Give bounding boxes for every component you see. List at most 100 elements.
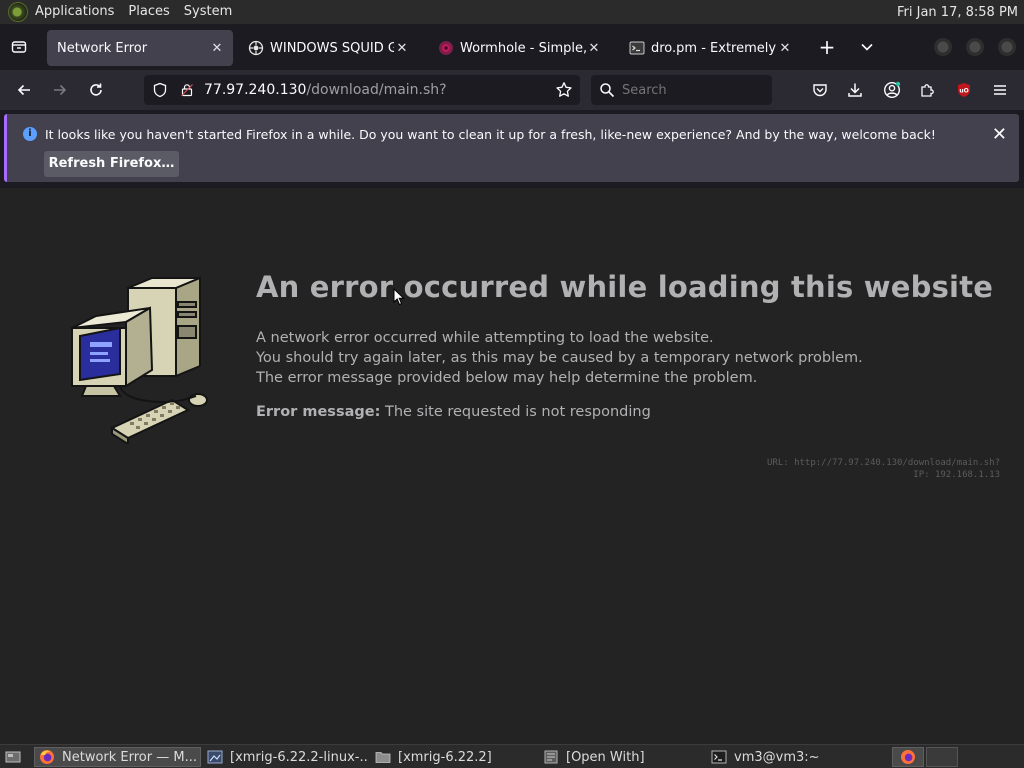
back-button[interactable]: [12, 79, 36, 101]
image-viewer-icon: [207, 750, 223, 764]
tech-ip: IP: 192.168.1.13: [913, 470, 1000, 480]
search-input[interactable]: [622, 82, 762, 98]
taskbar-item-label: vm3@vm3:~: [734, 749, 820, 765]
tab-title: WINDOWS SQUID GA: [270, 40, 394, 56]
error-title: An error occurred while loading this web…: [256, 270, 994, 304]
taskbar-item-label: Network Error — M...: [62, 749, 197, 765]
taskbar-item-label: [xmrig-6.22.2]: [398, 749, 492, 765]
error-message-label: Error message:: [256, 404, 381, 420]
computer-illustration: [71, 276, 208, 444]
error-description: A network error occurred while attemptin…: [256, 328, 863, 388]
dialog-icon: [544, 750, 558, 764]
terminal-icon: [711, 750, 727, 764]
applications-menu[interactable]: Applications: [28, 0, 121, 24]
show-desktop-icon: [5, 751, 21, 763]
tab-network-error[interactable]: Network Error ✕: [47, 30, 233, 66]
plus-icon: +: [818, 35, 836, 59]
refresh-firefox-notification: i It looks like you haven't started Fire…: [4, 114, 1019, 182]
maximize-button[interactable]: [966, 38, 984, 56]
info-icon: i: [23, 127, 37, 141]
firefox-icon: [901, 750, 915, 764]
tab-close-icon[interactable]: ✕: [586, 41, 602, 56]
close-window-button[interactable]: [998, 38, 1016, 56]
tab-title: dro.pm - Extremely Sh: [651, 40, 777, 56]
back-arrow-icon: [17, 84, 30, 96]
download-icon: [848, 83, 862, 97]
workspace-2[interactable]: [926, 747, 958, 767]
lock-icon[interactable]: [180, 83, 194, 97]
refresh-firefox-button[interactable]: Refresh Firefox…: [44, 151, 179, 177]
extensions-button[interactable]: [916, 79, 940, 101]
shield-icon[interactable]: [152, 82, 168, 98]
url-host: 77.97.240.130: [204, 82, 307, 98]
svg-text:uO: uO: [959, 88, 968, 95]
error-message-value: The site requested is not responding: [384, 404, 651, 420]
chevron-down-icon: [861, 43, 873, 51]
list-all-tabs-button[interactable]: [856, 36, 878, 58]
wormhole-icon: [439, 41, 453, 55]
tab-close-icon[interactable]: ✕: [394, 41, 410, 56]
app-menu-button[interactable]: [988, 79, 1012, 101]
page-content: An error occurred while loading this web…: [0, 188, 1024, 744]
reload-icon: [90, 83, 102, 96]
forward-button[interactable]: [48, 79, 72, 101]
technical-details: URL: http://77.97.240.130/download/main.…: [767, 457, 1000, 481]
mouse-cursor-icon: [393, 288, 405, 306]
taskbar-item-firefox[interactable]: Network Error — M...: [34, 747, 201, 767]
url-text[interactable]: 77.97.240.130/download/main.sh?: [204, 82, 447, 98]
taskbar-item-open-with[interactable]: [Open With]: [539, 747, 705, 767]
notification-message: It looks like you haven't started Firefo…: [45, 127, 936, 142]
taskbar-item-image-viewer[interactable]: [xmrig-6.22.2-linux-...: [203, 747, 369, 767]
tab-title: Wormhole - Simple, p: [460, 40, 586, 56]
error-line: The error message provided below may hel…: [256, 370, 758, 386]
tab-wormhole[interactable]: Wormhole - Simple, p ✕: [428, 30, 610, 66]
distro-logo-icon[interactable]: [8, 2, 28, 22]
url-bar[interactable]: 77.97.240.130/download/main.sh?: [144, 75, 580, 105]
error-line: A network error occurred while attemptin…: [256, 330, 714, 346]
hamburger-menu-icon: [994, 85, 1006, 95]
search-bar[interactable]: [591, 75, 772, 105]
search-icon: [600, 83, 615, 98]
ublock-origin-button[interactable]: uO: [952, 79, 976, 101]
close-icon[interactable]: ✕: [992, 124, 1007, 145]
taskbar: Network Error — M... [xmrig-6.22.2-linux…: [0, 744, 1024, 768]
pocket-icon: [813, 84, 827, 97]
top-panel: Applications Places System Fri Jan 17, 8…: [0, 0, 1024, 24]
taskbar-item-folder[interactable]: [xmrig-6.22.2]: [371, 747, 537, 767]
firefox-view-icon: [11, 41, 27, 53]
tab-title: Network Error: [57, 40, 148, 56]
tab-close-icon[interactable]: ✕: [777, 41, 793, 56]
tab-dro-pm[interactable]: dro.pm - Extremely Sh ✕: [619, 30, 801, 66]
squid-icon: [248, 40, 264, 56]
taskbar-item-label: [Open With]: [566, 749, 645, 765]
places-menu[interactable]: Places: [121, 0, 176, 24]
folder-icon: [375, 752, 391, 763]
new-tab-button[interactable]: +: [816, 36, 838, 58]
firefox-icon: [40, 750, 54, 764]
bookmark-star-icon[interactable]: [555, 81, 573, 99]
forward-arrow-icon: [54, 84, 67, 96]
workspace-switcher[interactable]: [892, 747, 924, 767]
terminal-favicon-icon: [629, 41, 645, 55]
tab-windows-squid[interactable]: WINDOWS SQUID GA ✕: [238, 30, 418, 66]
downloads-button[interactable]: [843, 79, 867, 101]
minimize-button[interactable]: [934, 38, 952, 56]
taskbar-item-label: [xmrig-6.22.2-linux-...: [230, 749, 369, 765]
tech-url: URL: http://77.97.240.130/download/main.…: [767, 458, 1000, 468]
firefox-view-button[interactable]: [8, 36, 30, 58]
navigation-toolbar: 77.97.240.130/download/main.sh? uO: [0, 70, 1024, 110]
error-line: You should try again later, as this may …: [256, 350, 863, 366]
taskbar-item-terminal[interactable]: vm3@vm3:~: [707, 747, 873, 767]
reload-button[interactable]: [84, 79, 108, 101]
pocket-button[interactable]: [808, 79, 832, 101]
panel-clock[interactable]: Fri Jan 17, 8:58 PM: [897, 5, 1024, 20]
ublock-shield-icon: uO: [958, 83, 970, 97]
error-message: Error message: The site requested is not…: [256, 404, 651, 420]
url-path: /download/main.sh?: [306, 82, 447, 98]
show-desktop-button[interactable]: [2, 747, 24, 767]
tab-strip: Network Error ✕ WINDOWS SQUID GA ✕ Wormh…: [0, 24, 1024, 70]
account-button[interactable]: [880, 79, 904, 101]
tab-close-icon[interactable]: ✕: [209, 41, 225, 56]
account-icon: [883, 81, 901, 99]
system-menu[interactable]: System: [177, 0, 239, 24]
